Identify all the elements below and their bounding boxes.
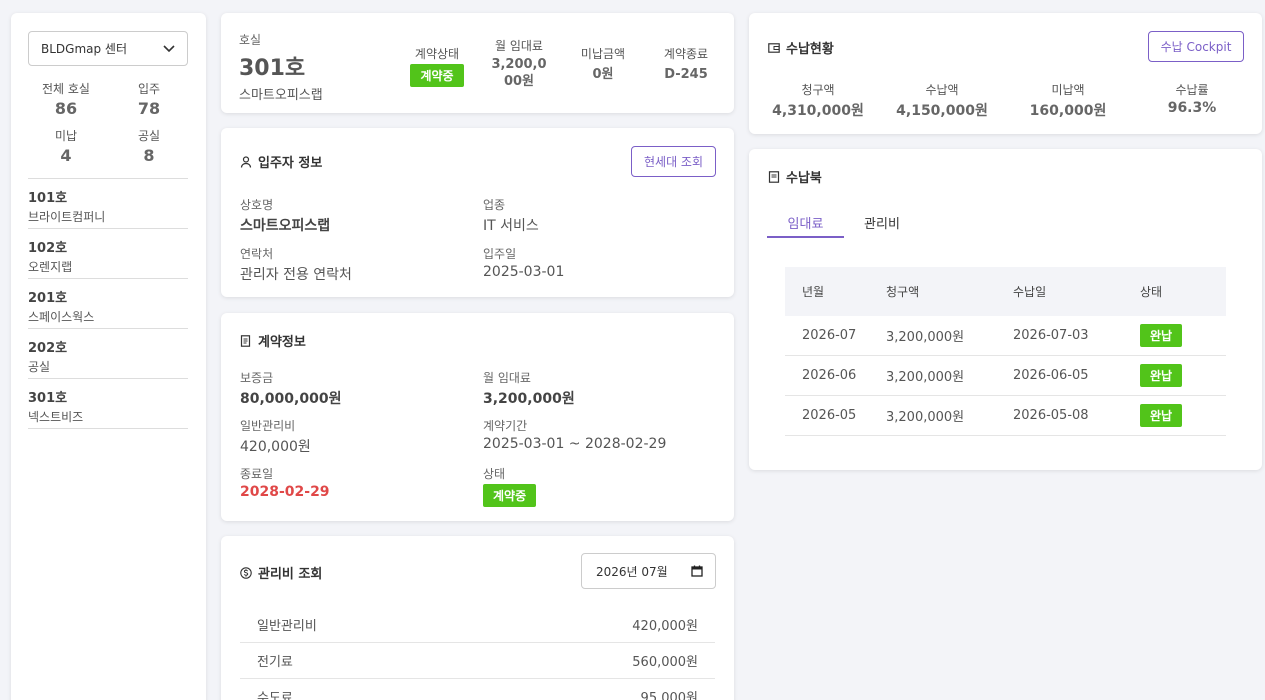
wallet-icon [768,42,780,53]
month-picker-value: 2026년 07월 [596,564,668,579]
room-company: 스마트오피스랩 [239,88,323,103]
contract-status-stat: 계약상태 계약중 [407,45,467,87]
unit-item[interactable]: 101호 브라이트컴퍼니 [28,179,188,229]
payment-status-title: 수납현황 [768,38,834,57]
fee-row: 수도료 95,000원 [240,679,715,700]
current-tenant-lookup-button[interactable]: 현세대 조회 [631,146,716,177]
rent-field: 월 임대료 3,200,000원 [483,371,575,407]
table-row: 2026-06 3,200,000원 2026-06-05 완납 [785,356,1226,396]
billed-stat: 청구액 4,310,000원 [772,83,864,119]
unit-item[interactable]: 202호 공실 [28,329,188,379]
paid-stat: 수납액 4,150,000원 [896,83,988,119]
status-badge: 계약중 [483,484,537,507]
building-select[interactable]: BLDGmap 센터 [28,31,188,66]
payment-status-card: 수납현황 수납 Cockpit 청구액 4,310,000원 수납액 4,150… [749,13,1262,134]
building-select-value: BLDGmap 센터 [41,42,128,56]
person-icon [240,155,252,168]
book-icon [768,170,780,183]
unit-item[interactable]: 201호 스페이스웍스 [28,279,188,329]
tab-rent[interactable]: 임대료 [767,213,844,238]
stat-unpaid: 미납 4 [54,129,78,165]
calendar-icon[interactable] [691,565,703,577]
industry-field: 업종 IT 서비스 [483,198,539,234]
chevron-down-icon [163,44,175,52]
month-picker[interactable]: 2026년 07월 [581,553,716,589]
sidebar: BLDGmap 센터 전체 호실 86 입주 78 미납 4 공실 8 101호… [11,13,206,700]
tab-management-fee[interactable]: 관리비 [847,213,917,238]
room-block: 호실 301호 스마트오피스랩 [239,31,323,103]
column-header: 년월 [802,285,825,299]
fee-lookup-title: 관리비 조회 [240,563,322,582]
stat-occupied: 입주 78 [137,82,161,118]
fee-lookup-card: 관리비 조회 2026년 07월 일반관리비 420,000원 전기료 560,00… [221,536,734,700]
movein-field: 입주일 2025-03-01 [483,247,565,280]
dollar-circle-icon [240,566,252,579]
payment-book-card: 수납북 임대료 관리비 년월 청구액 수납일 상태 2026-07 3,200,… [749,149,1262,470]
column-header: 수납일 [1013,285,1047,299]
fee-row: 일반관리비 420,000원 [240,607,715,643]
deposit-field: 보증금 80,000,000원 [240,371,342,407]
column-header: 상태 [1140,285,1163,299]
table-row: 2026-07 3,200,000원 2026-07-03 완납 [785,316,1226,356]
status-badge: 완납 [1140,364,1183,387]
company-field: 상호명 스마트오피스랩 [240,198,331,234]
unit-item[interactable]: 102호 오렌지랩 [28,229,188,279]
document-icon [240,334,251,347]
mgmt-fee-field: 일반관리비 420,000원 [240,419,311,455]
stat-vacant: 공실 8 [137,129,161,165]
rent-stat: 월 임대료 3,200,0 00원 [491,39,547,89]
fee-row: 전기료 560,000원 [240,643,715,679]
room-number: 301호 [239,56,306,81]
room-label: 호실 [239,33,262,47]
payment-book-title: 수납북 [768,167,822,186]
end-date-field: 종료일 2028-02-29 [240,467,330,500]
collection-rate-stat: 수납률 96.3% [1167,83,1217,116]
contract-end-stat: 계약종료 D-245 [663,47,709,82]
stat-total-units: 전체 호실 86 [42,82,90,118]
unit-summary-card: 호실 301호 스마트오피스랩 계약상태 계약중 월 임대료 3,200,0 00… [221,13,734,113]
tenant-info-title: 입주자 정보 [240,152,322,171]
payment-cockpit-button[interactable]: 수납 Cockpit [1148,31,1244,62]
contract-period-field: 계약기간 2025-03-01 ~ 2028-02-29 [483,419,667,452]
unit-item[interactable]: 301호 넥스트비즈 [28,379,188,429]
status-badge: 완납 [1140,404,1183,427]
tenant-info-card: 입주자 정보 현세대 조회 상호명 스마트오피스랩 업종 IT 서비스 연락처 … [221,128,734,297]
unpaid-amount-stat: 미납액 160,000원 [1029,83,1107,119]
column-header: 청구액 [886,285,920,299]
table-row: 2026-05 3,200,000원 2026-05-08 완납 [785,396,1226,436]
status-badge: 계약중 [410,64,464,87]
contract-info-title: 계약정보 [240,331,306,350]
unpaid-stat: 미납금액 0원 [580,47,626,82]
status-badge: 완납 [1140,324,1183,347]
payment-table: 년월 청구액 수납일 상태 2026-07 3,200,000원 2026-07… [785,267,1226,436]
contract-status-field: 상태 계약중 [483,465,537,507]
contact-field: 연락처 관리자 전용 연락처 [240,247,352,283]
table-header: 년월 청구액 수납일 상태 [785,267,1226,316]
contract-info-card: 계약정보 보증금 80,000,000원 월 임대료 3,200,000원 일반… [221,313,734,521]
unit-list: 101호 브라이트컴퍼니 102호 오렌지랩 201호 스페이스웍스 202호 … [28,178,188,429]
